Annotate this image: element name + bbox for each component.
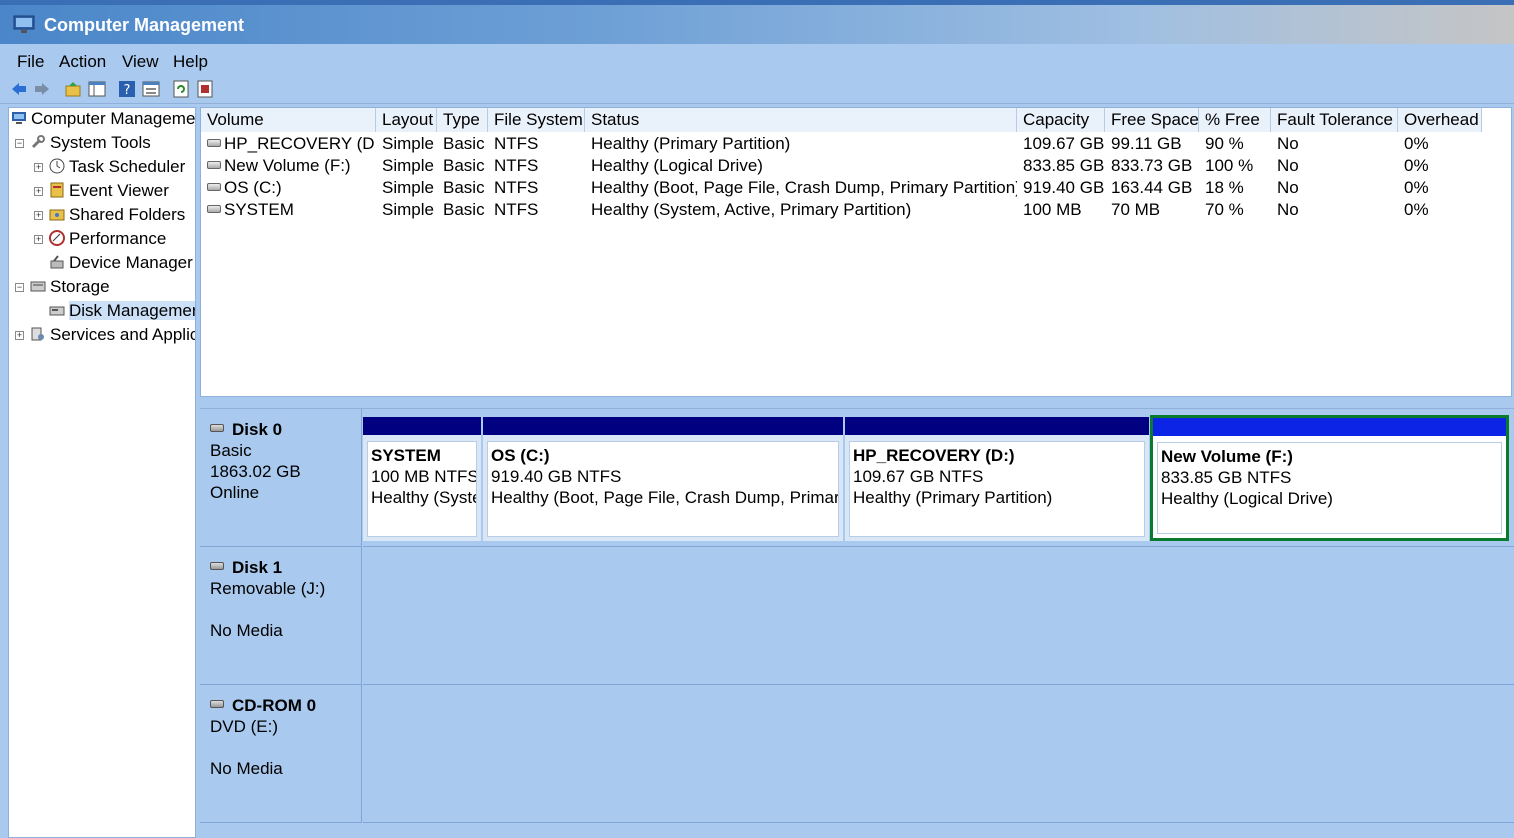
expand-icon[interactable]: + (15, 331, 24, 341)
back-arrow-icon[interactable] (10, 80, 28, 98)
tree-item-task-scheduler[interactable]: + Task Scheduler (34, 156, 185, 178)
cd-drive-icon (210, 700, 224, 708)
column-header-volume[interactable]: Volume (201, 108, 376, 132)
volume-list: Volume Layout Type File System Status Ca… (200, 107, 1512, 397)
window-title: Computer Management (44, 15, 245, 35)
partition-hp-recovery-d[interactable]: HP_RECOVERY (D:) 109.67 GB NTFS Healthy … (845, 417, 1149, 541)
cdrom-0-label[interactable]: CD-ROM 0 DVD (E:) No Media (200, 685, 362, 823)
disk-graphical-view: Disk 0 Basic 1863.02 GB Online SYSTEM 10… (200, 409, 1514, 838)
services-icon (31, 327, 44, 341)
partition-system[interactable]: SYSTEM 100 MB NTFS Healthy (Syste (363, 417, 481, 541)
table-row[interactable]: OS (C:) Simple Basic NTFS Healthy (Boot,… (201, 177, 1511, 199)
menu-bar: File Action View Help (0, 44, 1514, 76)
tree-item-services-and-applications[interactable]: + Services and Applic (15, 324, 195, 346)
column-header-type[interactable]: Type (437, 108, 488, 132)
partition-os-c[interactable]: OS (C:) 919.40 GB NTFS Healthy (Boot, Pa… (483, 417, 843, 541)
removable-disk-icon (210, 562, 224, 570)
pane-splitter[interactable] (200, 397, 1514, 409)
performance-icon (49, 230, 65, 246)
hard-disk-icon (210, 424, 224, 432)
partition-new-volume-f[interactable]: New Volume (F:) 833.85 GB NTFS Healthy (… (1150, 415, 1509, 541)
menu-help[interactable]: Help (173, 52, 208, 72)
table-row[interactable]: SYSTEM Simple Basic NTFS Healthy (System… (201, 199, 1511, 221)
expand-icon[interactable]: + (34, 211, 43, 221)
clock-icon (49, 158, 65, 174)
shared-folder-icon (49, 209, 65, 221)
tree-item-system-tools[interactable]: − System Tools (15, 132, 151, 154)
volume-icon (207, 161, 221, 169)
column-header-layout[interactable]: Layout (376, 108, 437, 132)
event-viewer-icon (50, 182, 64, 198)
tree-item-disk-management[interactable]: Disk Managemer (49, 300, 195, 322)
table-row[interactable]: New Volume (F:) Simple Basic NTFS Health… (201, 155, 1511, 177)
export-list-icon[interactable] (196, 80, 214, 98)
svg-text:?: ? (124, 83, 131, 98)
expand-icon[interactable]: + (34, 235, 43, 245)
storage-icon (30, 281, 46, 292)
expand-icon[interactable]: + (34, 163, 43, 173)
collapse-icon[interactable]: − (15, 139, 24, 149)
menu-file[interactable]: File (17, 52, 44, 72)
system-tools-icon (31, 135, 45, 149)
tree-item-event-viewer[interactable]: + Event Viewer (34, 180, 169, 202)
volume-icon (207, 183, 221, 191)
column-header-free-space[interactable]: Free Space (1105, 108, 1199, 132)
refresh-icon[interactable] (172, 80, 190, 98)
help-icon[interactable]: ? (118, 80, 136, 98)
column-header-capacity[interactable]: Capacity (1017, 108, 1105, 132)
up-folder-icon[interactable] (64, 80, 82, 98)
column-header-status[interactable]: Status (585, 108, 1017, 132)
computer-management-icon (13, 15, 35, 33)
tree-item-device-manager[interactable]: Device Manager (49, 252, 193, 274)
collapse-icon[interactable]: − (15, 283, 24, 293)
show-hide-tree-icon[interactable] (88, 80, 106, 98)
table-row[interactable]: HP_RECOVERY (D:) Simple Basic NTFS Healt… (201, 133, 1511, 155)
disk-management-icon (49, 306, 65, 316)
column-header-fault-tolerance[interactable]: Fault Tolerance (1271, 108, 1398, 132)
volume-icon (207, 139, 221, 147)
menu-action[interactable]: Action (59, 52, 106, 72)
cdrom-0-area[interactable] (363, 685, 1514, 823)
computer-management-icon (12, 112, 26, 124)
disk-0-partitions: SYSTEM 100 MB NTFS Healthy (Syste OS (C:… (363, 409, 1514, 547)
expand-icon[interactable]: + (34, 187, 43, 197)
toolbar: ? (0, 76, 1514, 104)
disk-1-label[interactable]: Disk 1 Removable (J:) No Media (200, 547, 362, 685)
device-manager-icon (50, 255, 64, 269)
forward-arrow-icon[interactable] (33, 80, 51, 98)
tree-item-computer-management[interactable]: Computer Managemen (11, 108, 195, 130)
console-tree: Computer Managemen − System Tools + Task S… (8, 107, 196, 838)
properties-icon[interactable] (142, 80, 160, 98)
disk-0-label[interactable]: Disk 0 Basic 1863.02 GB Online (200, 409, 362, 547)
menu-view[interactable]: View (122, 52, 159, 72)
tree-item-storage[interactable]: − Storage (15, 276, 110, 298)
column-header-overhead[interactable]: Overhead (1398, 108, 1482, 132)
column-header-percent-free[interactable]: % Free (1199, 108, 1271, 132)
disk-1-area[interactable] (363, 547, 1514, 685)
column-header-file-system[interactable]: File System (488, 108, 585, 132)
volume-icon (207, 205, 221, 213)
tree-item-performance[interactable]: + Performance (34, 228, 166, 250)
tree-item-shared-folders[interactable]: + Shared Folders (34, 204, 185, 226)
title-bar: Computer Management (0, 0, 1514, 44)
